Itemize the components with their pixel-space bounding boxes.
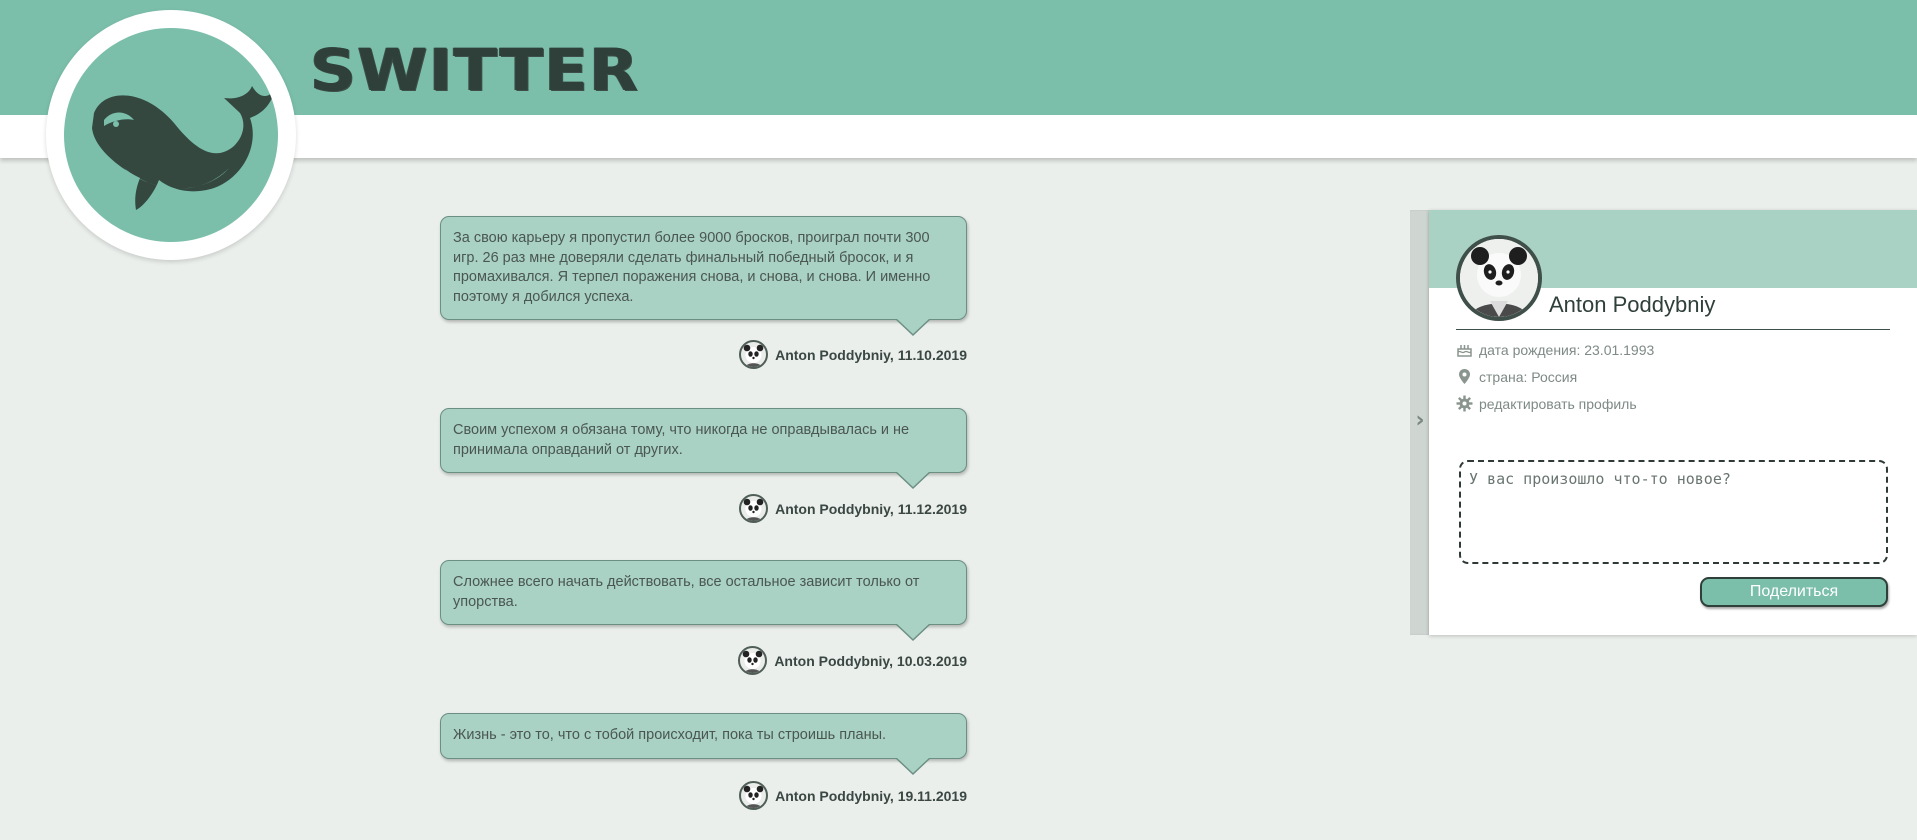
post-author-date[interactable]: Anton Poddybniy, 11.10.2019 <box>775 347 967 363</box>
post-bubble: За свою карьеру я пропустил более 9000 б… <box>440 216 967 336</box>
map-pin-icon <box>1459 369 1470 384</box>
post-card: Жизнь - это то, что с тобой происходит, … <box>440 713 967 810</box>
edit-profile-link[interactable]: редактировать профиль <box>1456 395 1637 412</box>
post-text: Сложнее всего начать действовать, все ос… <box>453 574 920 610</box>
bubble-tail <box>895 756 931 775</box>
post-meta: Anton Poddybniy, 10.03.2019 <box>738 646 967 675</box>
bubble-tail <box>895 623 931 641</box>
country-row: страна: Россия <box>1456 368 1577 385</box>
birth-date: дата рождения: 23.01.1993 <box>1479 341 1655 358</box>
birthday-cake-icon <box>1457 345 1472 357</box>
post-text: Своим успехом я обязана тому, что никогд… <box>453 422 910 458</box>
post-bubble: Жизнь - это то, что с тобой происходит, … <box>440 713 967 775</box>
avatar[interactable] <box>739 781 769 810</box>
bubble-tail <box>895 471 931 489</box>
post-bubble: Сложнее всего начать действовать, все ос… <box>440 560 967 641</box>
logo[interactable] <box>46 10 296 260</box>
post-card: Своим успехом я обязана тому, что никогд… <box>440 408 967 523</box>
post-author-date[interactable]: Anton Poddybniy, 10.03.2019 <box>774 653 967 669</box>
post-text: За свою карьеру я пропустил более 9000 б… <box>453 230 931 305</box>
chevron-right-icon[interactable]: › <box>1410 408 1430 434</box>
edit-profile-label: редактировать профиль <box>1479 395 1637 412</box>
profile-panel: Anton Poddybniy дата рождения: 23.01.199… <box>1429 210 1917 635</box>
post-author-date[interactable]: Anton Poddybniy, 19.11.2019 <box>775 788 967 804</box>
birth-date-row: дата рождения: 23.01.1993 <box>1456 341 1654 358</box>
gear-icon <box>1456 395 1473 412</box>
post-author-date[interactable]: Anton Poddybniy, 11.12.2019 <box>775 501 967 517</box>
avatar[interactable] <box>738 646 768 675</box>
avatar[interactable] <box>1456 235 1542 321</box>
post-meta: Anton Poddybniy, 19.11.2019 <box>739 781 967 810</box>
post-text: Жизнь - это то, что с тобой происходит, … <box>453 727 887 743</box>
bubble-tail <box>895 318 931 336</box>
post-card: Сложнее всего начать действовать, все ос… <box>440 560 967 675</box>
post-bubble: Своим успехом я обязана тому, что никогд… <box>440 408 967 489</box>
country: страна: Россия <box>1479 368 1578 385</box>
share-button[interactable]: Поделиться <box>1700 577 1888 607</box>
divider <box>1456 329 1890 330</box>
brand-title: SWITTER <box>310 37 640 105</box>
avatar[interactable] <box>739 494 769 523</box>
new-post-input[interactable] <box>1459 460 1888 564</box>
post-meta: Anton Poddybniy, 11.10.2019 <box>739 340 967 369</box>
avatar[interactable] <box>739 340 769 369</box>
whale-icon <box>64 28 278 242</box>
post-card: За свою карьеру я пропустил более 9000 б… <box>440 216 967 369</box>
profile-name: Anton Poddybniy <box>1549 292 1716 317</box>
post-meta: Anton Poddybniy, 11.12.2019 <box>739 494 967 523</box>
